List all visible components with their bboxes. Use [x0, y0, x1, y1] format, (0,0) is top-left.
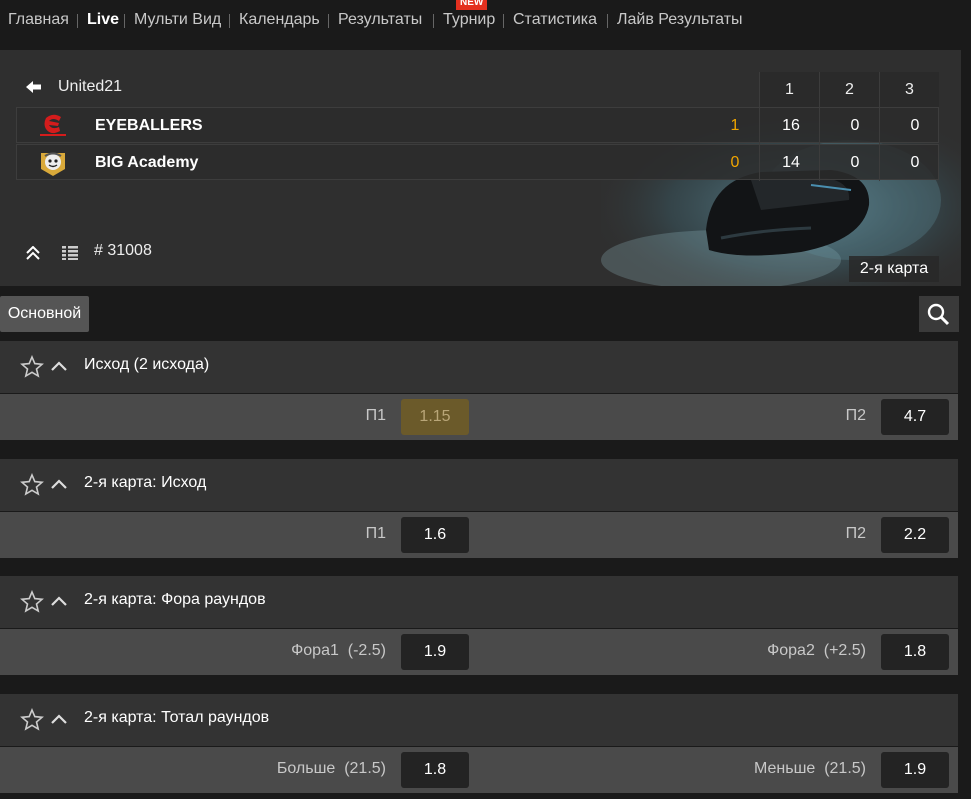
- team-row: BIG Academy 0 14 0 0: [16, 144, 939, 181]
- team-total-score: 1: [730, 117, 740, 134]
- market-title: 2-я карта: Фора раундов: [84, 591, 266, 608]
- odd-button-over[interactable]: 1.8: [401, 752, 469, 788]
- market-header[interactable]: 2-я карта: Исход: [0, 459, 958, 511]
- market-header[interactable]: Исход (2 исхода): [0, 341, 958, 393]
- odd-button-p2[interactable]: 4.7: [881, 399, 949, 435]
- team-total-score: 0: [730, 154, 740, 171]
- team-map-score: 14: [782, 154, 800, 171]
- outcome-label: Больше (21.5): [276, 760, 386, 777]
- star-icon[interactable]: [20, 590, 44, 614]
- statistics-table-icon[interactable]: [62, 246, 78, 260]
- chevron-up-icon[interactable]: [50, 712, 68, 726]
- collapse-double-chevron-icon[interactable]: [26, 246, 40, 260]
- filter-bar: Основной: [0, 286, 971, 340]
- back-arrow-icon[interactable]: [26, 80, 42, 94]
- odd-button-p1[interactable]: 1.6: [401, 517, 469, 553]
- big-academy-logo-icon: [41, 152, 65, 176]
- outcome-label: П2: [845, 407, 866, 424]
- chevron-up-icon[interactable]: [50, 477, 68, 491]
- search-icon: [927, 303, 950, 326]
- top-nav: Главная Live Мульти Вид Календарь Резуль…: [0, 0, 971, 50]
- new-badge: NEW: [456, 0, 488, 10]
- outcome-label: Фора1 (-2.5): [291, 642, 386, 659]
- current-map-label: 2-я карта: [849, 256, 939, 282]
- market-odds-row: П1 1.15 П2 4.7: [0, 394, 958, 440]
- team-name: BIG Academy: [95, 154, 199, 171]
- nav-tournament[interactable]: Турнир: [443, 11, 495, 29]
- divider: [819, 145, 820, 181]
- outcome-label: П1: [365, 407, 386, 424]
- outcome-label: Меньше (21.5): [754, 760, 866, 777]
- nav-separator: [433, 14, 434, 28]
- nav-calendar[interactable]: Календарь: [239, 11, 320, 29]
- nav-multiview[interactable]: Мульти Вид: [134, 11, 221, 29]
- chevron-up-icon[interactable]: [50, 594, 68, 608]
- market-odds-row: Больше (21.5) 1.8 Меньше (21.5) 1.9: [0, 747, 958, 793]
- divider: [759, 108, 760, 144]
- odd-button-handicap2[interactable]: 1.8: [881, 634, 949, 670]
- divider: [759, 145, 760, 181]
- team-map-score: 0: [850, 117, 860, 134]
- tab-main[interactable]: Основной: [0, 296, 89, 332]
- team-map-score: 0: [910, 117, 920, 134]
- game-id: # 31008: [94, 242, 152, 259]
- search-button[interactable]: [919, 296, 959, 332]
- team-map-score: 0: [850, 154, 860, 171]
- map-header-1: 1: [759, 72, 819, 108]
- star-icon[interactable]: [20, 708, 44, 732]
- scoreboard: United21 1 2 3 EYEBALLERS 1 16 0 0 BIG A…: [0, 50, 961, 286]
- divider: [879, 108, 880, 144]
- divider: [819, 108, 820, 144]
- chevron-up-icon[interactable]: [50, 359, 68, 373]
- odd-button-p2[interactable]: 2.2: [881, 517, 949, 553]
- market-odds-row: П1 1.6 П2 2.2: [0, 512, 958, 558]
- eyeballers-logo-icon: [40, 114, 66, 136]
- team-name: EYEBALLERS: [95, 117, 203, 134]
- outcome-label: Фора2 (+2.5): [767, 642, 866, 659]
- nav-separator: [229, 14, 230, 28]
- nav-separator: [77, 14, 78, 28]
- team-map-score: 0: [910, 154, 920, 171]
- outcome-label: П1: [365, 525, 386, 542]
- nav-separator: [503, 14, 504, 28]
- odd-button-under[interactable]: 1.9: [881, 752, 949, 788]
- market-title: 2-я карта: Исход: [84, 474, 207, 491]
- odd-button-p1[interactable]: 1.15: [401, 399, 469, 435]
- market-title: 2-я карта: Тотал раундов: [84, 709, 270, 726]
- team-row: EYEBALLERS 1 16 0 0: [16, 107, 939, 144]
- market-header[interactable]: 2-я карта: Тотал раундов: [0, 694, 958, 746]
- nav-separator: [328, 14, 329, 28]
- nav-home[interactable]: Главная: [8, 11, 69, 29]
- map-header-3: 3: [879, 72, 939, 108]
- nav-results[interactable]: Результаты: [338, 11, 422, 29]
- market-header[interactable]: 2-я карта: Фора раундов: [0, 576, 958, 628]
- nav-live[interactable]: Live: [87, 11, 119, 29]
- nav-live-results[interactable]: Лайв Результаты: [617, 11, 743, 29]
- market-odds-row: Фора1 (-2.5) 1.9 Фора2 (+2.5) 1.8: [0, 629, 958, 675]
- odd-button-handicap1[interactable]: 1.9: [401, 634, 469, 670]
- star-icon[interactable]: [20, 473, 44, 497]
- outcome-label: П2: [845, 525, 866, 542]
- nav-statistics[interactable]: Статистика: [513, 11, 597, 29]
- map-header-2: 2: [819, 72, 879, 108]
- star-icon[interactable]: [20, 355, 44, 379]
- market-title: Исход (2 исхода): [84, 356, 210, 373]
- divider: [879, 145, 880, 181]
- tournament-name[interactable]: United21: [58, 78, 122, 96]
- team-map-score: 16: [782, 117, 800, 134]
- nav-separator: [124, 14, 125, 28]
- nav-separator: [607, 14, 608, 28]
